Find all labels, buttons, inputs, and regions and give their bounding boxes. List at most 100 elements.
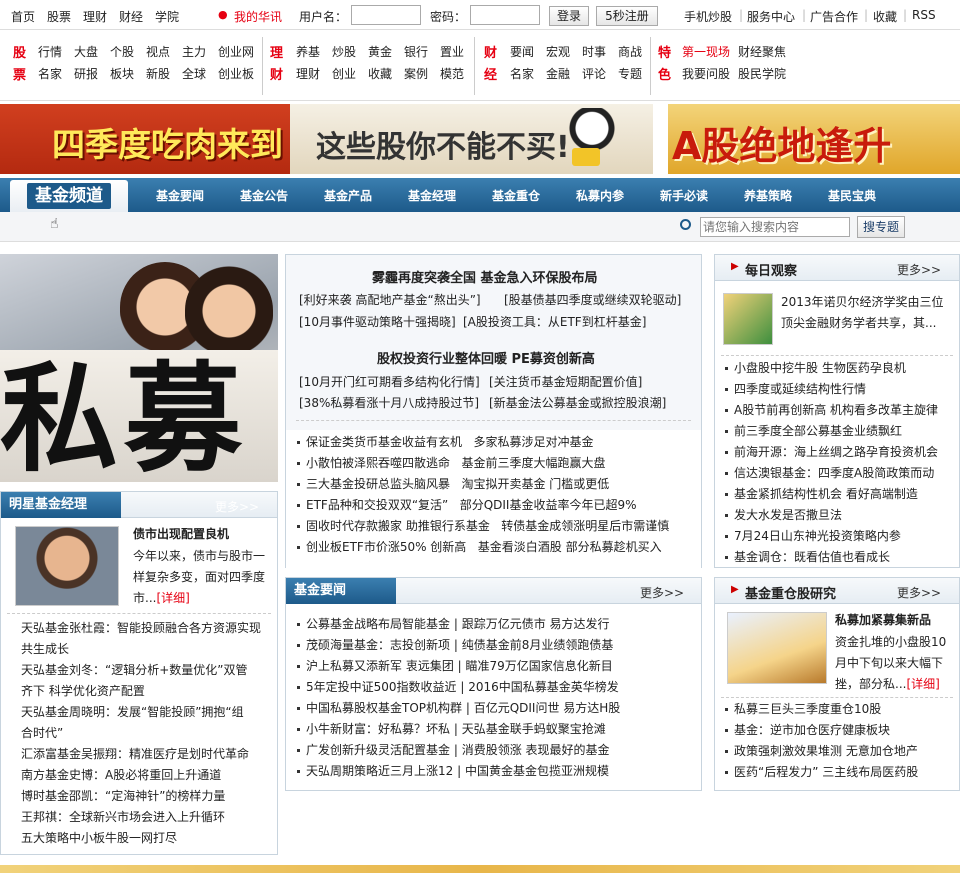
nav-link[interactable]: 全球 [182, 65, 206, 82]
tab-fund-news[interactable]: 基金要闻 [156, 187, 204, 204]
password-input[interactable] [470, 5, 540, 25]
nav-mobile[interactable]: 手机炒股 [684, 8, 732, 25]
list-item-cont[interactable]: 合时代” [21, 723, 63, 744]
list-item[interactable]: 政策强刺激效果堆测 无意加仓地产 [725, 741, 918, 762]
nav-link[interactable]: 宏观 [546, 43, 570, 60]
headline-2[interactable]: 股权投资行业整体回暖 PE募资创新高 [377, 348, 595, 367]
tab-fund-notice[interactable]: 基金公告 [240, 187, 288, 204]
list-item[interactable]: 天弘基金张杜霞：智能投顾融合各方资源实现 [21, 618, 261, 639]
detail-link[interactable]: [详细] [156, 591, 189, 605]
nav-link[interactable]: 大盘 [74, 43, 98, 60]
list-item[interactable]: 茂硕海量基金：志投创新项 | 纯债基金前8月业绩领跑债基 [297, 635, 613, 656]
manager-photo[interactable] [15, 526, 119, 606]
list-item[interactable]: 7月24日山东神光投资策略内参 [725, 526, 901, 547]
thumbnail-image[interactable] [723, 293, 773, 345]
list-item[interactable]: 基金调仓：既看估值也看成长 [725, 547, 890, 568]
nav-link[interactable]: 创业板 [218, 65, 254, 82]
feature-title[interactable]: 债市出现配置良机 [133, 525, 229, 542]
hero-image[interactable]: 私募 [0, 254, 278, 482]
nav-link[interactable]: 研报 [74, 65, 98, 82]
search-button[interactable]: 搜专题 [857, 216, 905, 238]
ad-banner-left[interactable]: 四季度吃肉来到 这些股你不能不买! [0, 104, 653, 174]
more-link[interactable]: 更多>> [897, 584, 941, 601]
sub-headline[interactable]: [10月开门红可期看多结构化行情] [299, 373, 480, 390]
list-item[interactable]: 前三季度全部公募基金业绩飘红 [725, 421, 902, 442]
list-item[interactable]: 小牛新财富：好私募？坏私 | 天弘基金联手蚂蚁聚宝抢滩 [297, 719, 606, 740]
nav-link-live[interactable]: 第一现场 [682, 43, 730, 60]
nav-stock[interactable]: 股票 [47, 8, 71, 25]
more-link[interactable]: 更多>> [897, 261, 941, 278]
list-item[interactable]: 博时基金邵凯：“定海神针”的榜样力量 [21, 786, 225, 807]
tab-fund-manager[interactable]: 基金经理 [408, 187, 456, 204]
nav-link[interactable]: 财经聚焦 [738, 43, 786, 60]
search-input[interactable] [700, 217, 850, 237]
list-item[interactable]: 5年定投中证500指数收益近 | 2016中国私募基金英华榜发 [297, 677, 619, 698]
list-item-cont[interactable]: 共生成长 [21, 639, 69, 660]
list-item[interactable]: 小盘股中挖牛股 生物医药孕良机 [725, 358, 906, 379]
sub-headline[interactable]: [利好来袭 高配地产基金“熬出头”] [299, 291, 481, 308]
list-item[interactable]: ETF品种和交投双双“复活” 部分QDII基金收益率今年已超9% [297, 495, 637, 516]
sub-headline[interactable]: [38%私募看涨十月八成持股过节] [299, 394, 479, 411]
detail-link[interactable]: [详细] [906, 677, 939, 691]
tab-beginner[interactable]: 新手必读 [660, 187, 708, 204]
login-button[interactable]: 登录 [549, 6, 589, 26]
nav-link[interactable]: 商战 [618, 43, 642, 60]
tab-fund-product[interactable]: 基金产品 [324, 187, 372, 204]
tab-guide[interactable]: 基民宝典 [828, 187, 876, 204]
list-item[interactable]: 广发创新升级灵活配置基金 | 消费股领涨 表现最好的基金 [297, 740, 610, 761]
list-item[interactable]: 三大基金投研总监头脑风暴 淘宝拟开卖基金 门槛或更低 [297, 474, 609, 495]
nav-link[interactable]: 案例 [404, 65, 428, 82]
nav-link[interactable]: 股民学院 [738, 65, 786, 82]
nav-link[interactable]: 行情 [38, 43, 62, 60]
nav-link[interactable]: 金融 [546, 65, 570, 82]
list-item[interactable]: 天弘周期策略近三月上涨12 | 中国黄金基金包揽亚洲规模 [297, 761, 609, 782]
list-item[interactable]: 基金：逆市加仓医疗健康板块 [725, 720, 890, 741]
nav-finance[interactable]: 理财 [83, 8, 107, 25]
more-link[interactable]: 更多>> [640, 584, 684, 601]
nav-link[interactable]: 要闻 [510, 43, 534, 60]
list-item[interactable]: 私募三巨头三季度重仓10股 [725, 699, 881, 720]
nav-service[interactable]: 服务中心 [747, 8, 795, 25]
headline-1[interactable]: 雾霾再度突袭全国 基金急入环保股布局 [372, 267, 598, 286]
list-item[interactable]: 公募基金战略布局智能基金 | 跟踪万亿元债市 易方达发行 [297, 614, 610, 635]
sub-headline[interactable]: [A股投资工具：从ETF到杠杆基金] [463, 313, 646, 330]
list-item[interactable]: 信达澳银基金：四季度A股简政策而动 [725, 463, 934, 484]
nav-link[interactable]: 视点 [146, 43, 170, 60]
tab-fund-holdings[interactable]: 基金重仓 [492, 187, 540, 204]
nav-link[interactable]: 模范 [440, 65, 464, 82]
nav-link[interactable]: 创业网 [218, 43, 254, 60]
my-huaxun-link[interactable]: 我的华讯 [234, 8, 282, 25]
list-item[interactable]: 中国私募股权基金TOP机构群 | 百亿元QDII问世 易方达H股 [297, 698, 620, 719]
nav-link[interactable]: 养基 [296, 43, 320, 60]
list-item[interactable]: 汇添富基金吴振翔：精准医疗是划时代革命 [21, 744, 249, 765]
nav-link[interactable]: 评论 [582, 65, 606, 82]
nav-link[interactable]: 置业 [440, 43, 464, 60]
nav-academy[interactable]: 学院 [155, 8, 179, 25]
nav-link[interactable]: 主力 [182, 43, 206, 60]
list-item[interactable]: 南方基金史博：A股必将重回上升通道 [21, 765, 221, 786]
sub-headline[interactable]: [关注货币基金短期配置价值] [489, 373, 642, 390]
nav-link[interactable]: 黄金 [368, 43, 392, 60]
list-item[interactable]: 王邦祺：全球新兴市场会进入上升循环 [21, 807, 225, 828]
list-item[interactable]: 前海开源：海上丝绸之路孕育投资机会 [725, 442, 938, 463]
nav-link[interactable]: 创业 [332, 65, 356, 82]
nav-link[interactable]: 理财 [296, 65, 320, 82]
nav-link[interactable]: 新股 [146, 65, 170, 82]
nav-rss[interactable]: RSS [912, 8, 936, 22]
list-item[interactable]: 发大水发是否撒旦法 [725, 505, 842, 526]
list-item[interactable]: 基金紧抓结构性机会 看好高端制造 [725, 484, 918, 505]
feature-summary[interactable]: 2013年诺贝尔经济学奖由三位 顶尖金融财务学者共享，其... [781, 292, 944, 334]
list-item-cont[interactable]: 齐下 科学优化资产配置 [21, 681, 145, 702]
sub-headline[interactable]: [10月事件驱动策略十强揭晓] [299, 313, 456, 330]
more-link[interactable]: 更多>> [215, 498, 259, 515]
nav-link[interactable]: 名家 [38, 65, 62, 82]
list-item[interactable]: 五大策略中小板牛股一网打尽 [21, 828, 177, 849]
nav-link[interactable]: 时事 [582, 43, 606, 60]
nav-link[interactable]: 个股 [110, 43, 134, 60]
nav-link[interactable]: 名家 [510, 65, 534, 82]
nav-economy[interactable]: 财经 [119, 8, 143, 25]
nav-link[interactable]: 我要问股 [682, 65, 730, 82]
nav-link[interactable]: 银行 [404, 43, 428, 60]
list-item[interactable]: 天弘基金刘冬：“逻辑分析+数量优化”双管 [21, 660, 248, 681]
username-input[interactable] [351, 5, 421, 25]
